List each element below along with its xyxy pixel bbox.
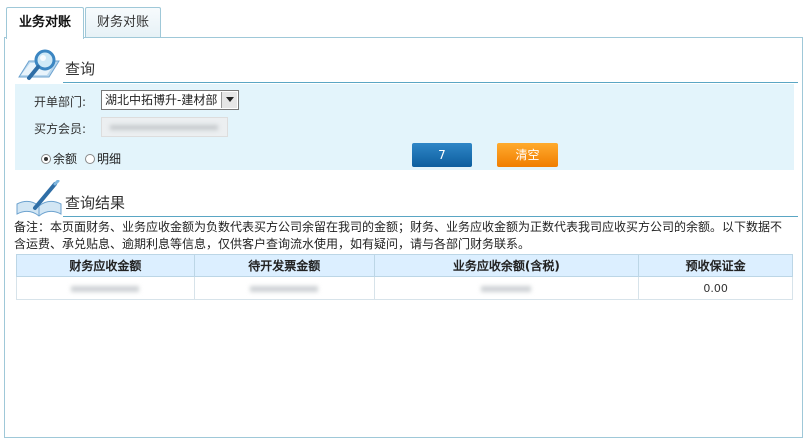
tab-finance-reconciliation[interactable]: 财务对账 bbox=[85, 7, 161, 38]
chevron-down-icon[interactable] bbox=[221, 92, 237, 108]
radio-detail-indicator[interactable] bbox=[85, 153, 95, 164]
dept-select-value: 湖北中拓博升-建材部 bbox=[105, 93, 218, 107]
redacted-value bbox=[250, 285, 319, 292]
cell-finance-receivable bbox=[16, 276, 195, 300]
query-divider bbox=[63, 82, 798, 83]
member-input[interactable] bbox=[101, 117, 228, 137]
results-note: 备注：本页面财务、业务应收金额为负数代表买方公司余留在我司的金额；财务、业务应收… bbox=[14, 220, 783, 251]
query-button[interactable]: 7 bbox=[412, 143, 472, 167]
radio-balance-indicator[interactable] bbox=[41, 153, 51, 164]
radio-balance-label: 余额 bbox=[53, 152, 78, 166]
radio-balance[interactable]: 余额 bbox=[41, 150, 77, 167]
radio-detail[interactable]: 明细 bbox=[85, 150, 121, 167]
book-pen-icon bbox=[16, 180, 62, 217]
table-header-row: 财务应收金额 待开发票金额 业务应收余额(含税) 预收保证金 bbox=[16, 254, 793, 277]
member-label: 买方会员: bbox=[34, 122, 87, 136]
query-title: 查询 bbox=[65, 60, 96, 78]
table-row: 0.00 bbox=[16, 276, 793, 300]
tab-bar: 业务对账 财务对账 bbox=[0, 0, 806, 39]
dept-select[interactable]: 湖北中拓博升-建材部 bbox=[101, 90, 239, 110]
col-deposit: 预收保证金 bbox=[638, 254, 793, 277]
results-title: 查询结果 bbox=[65, 194, 126, 212]
tab-business-reconciliation[interactable]: 业务对账 bbox=[6, 7, 84, 39]
redacted-value bbox=[71, 285, 140, 292]
query-section-header: 查询 bbox=[15, 46, 800, 83]
clear-button[interactable]: 清空 bbox=[497, 143, 558, 167]
dept-label: 开单部门: bbox=[34, 95, 87, 109]
results-divider bbox=[63, 216, 798, 217]
col-business-balance: 业务应收余额(含税) bbox=[373, 254, 640, 277]
magnifier-icon bbox=[18, 49, 60, 80]
cell-deposit: 0.00 bbox=[638, 276, 793, 300]
query-form: 开单部门: 湖北中拓博升-建材部 买方会员: 余额 明细 bbox=[15, 84, 794, 170]
radio-detail-label: 明细 bbox=[97, 152, 122, 166]
cell-business-balance bbox=[373, 276, 640, 300]
cell-pending-invoice bbox=[193, 276, 375, 300]
col-pending-invoice: 待开发票金额 bbox=[193, 254, 375, 277]
redacted-value bbox=[481, 285, 532, 292]
results-section-header: 查询结果 bbox=[15, 180, 800, 217]
col-finance-receivable: 财务应收金额 bbox=[16, 254, 195, 277]
results-table: 财务应收金额 待开发票金额 业务应收余额(含税) 预收保证金 0.00 bbox=[16, 254, 793, 300]
